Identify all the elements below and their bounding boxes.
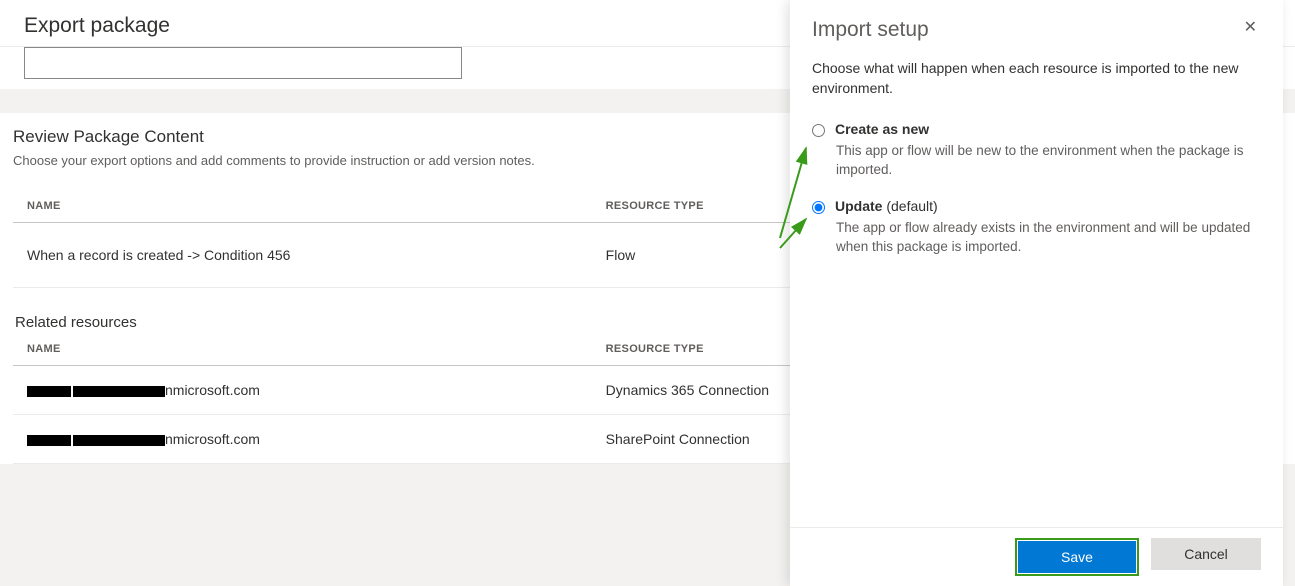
close-icon[interactable]: ✕ <box>1240 18 1261 38</box>
option-desc: The app or flow already exists in the en… <box>836 218 1261 257</box>
redacted-text <box>27 435 71 446</box>
cancel-button[interactable]: Cancel <box>1151 538 1261 570</box>
related-name: nmicrosoft.com <box>13 415 592 464</box>
package-name-input[interactable] <box>24 47 462 79</box>
option-label: Create as new <box>835 121 929 137</box>
option-label: Update (default) <box>835 198 938 214</box>
option-create-as-new[interactable]: Create as new <box>812 121 1261 137</box>
panel-footer: Save Cancel <box>790 527 1283 586</box>
radio-update[interactable] <box>812 201 825 214</box>
related-name: nmicrosoft.com <box>13 366 592 415</box>
panel-intro: Choose what will happen when each resour… <box>812 58 1261 99</box>
resource-name: When a record is created -> Condition 45… <box>13 223 592 288</box>
save-button[interactable]: Save <box>1018 541 1136 573</box>
redacted-text <box>73 386 165 397</box>
option-desc: This app or flow will be new to the envi… <box>836 141 1261 180</box>
email-suffix: nmicrosoft.com <box>165 431 260 447</box>
col-name: NAME <box>13 192 592 223</box>
save-highlight: Save <box>1015 538 1139 576</box>
redacted-text <box>27 386 71 397</box>
option-update[interactable]: Update (default) <box>812 198 1261 214</box>
email-suffix: nmicrosoft.com <box>165 382 260 398</box>
radio-create-as-new[interactable] <box>812 124 825 137</box>
panel-title: Import setup <box>812 18 929 42</box>
redacted-text <box>73 435 165 446</box>
col-name: NAME <box>13 335 592 366</box>
import-setup-panel: Import setup ✕ Choose what will happen w… <box>790 0 1283 586</box>
